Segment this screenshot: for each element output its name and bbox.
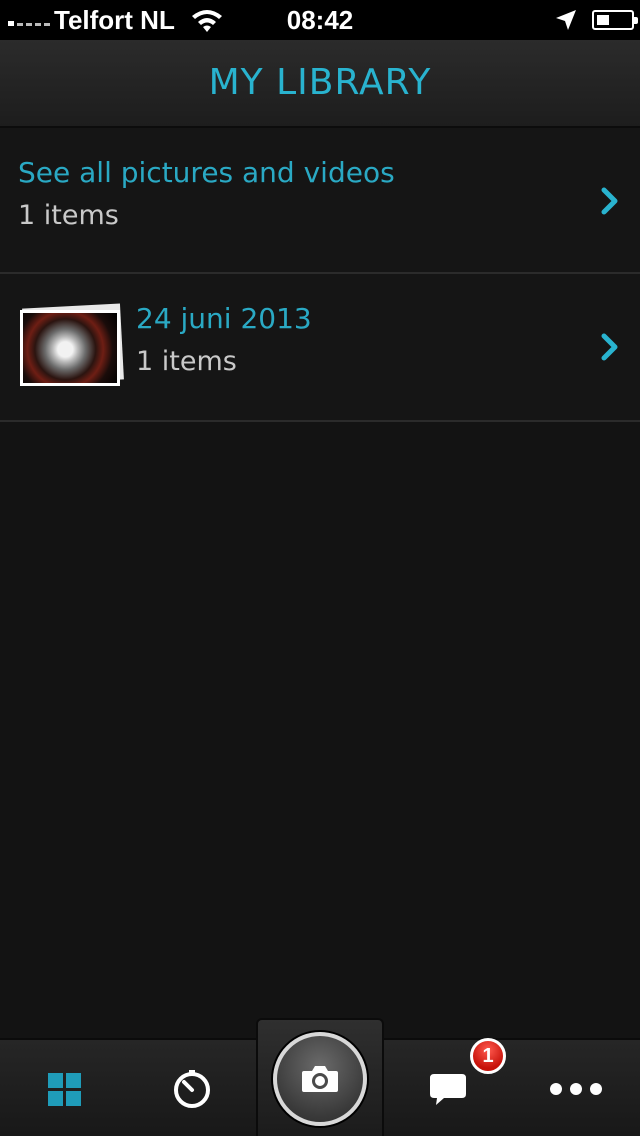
- list-item-count: 1 items: [136, 346, 237, 377]
- chat-icon: [430, 1074, 466, 1105]
- camera-tab-well: [256, 1018, 384, 1136]
- tab-bar: 1: [0, 1018, 640, 1136]
- navigation-bar: MY LIBRARY: [0, 40, 640, 128]
- list-item-title: 24 juni 2013: [136, 302, 312, 335]
- album-thumbnail: [20, 303, 124, 386]
- list-item-all-media[interactable]: See all pictures and videos 1 items: [0, 128, 640, 274]
- notification-badge: 1: [470, 1038, 506, 1074]
- grid-icon: [47, 1072, 81, 1106]
- chevron-right-icon: [601, 187, 618, 215]
- status-bar: Telfort NL 08:42: [0, 0, 640, 40]
- timer-icon: [174, 1070, 210, 1108]
- battery-icon: [592, 10, 638, 30]
- list-item-count: 1 items: [18, 200, 119, 231]
- tab-more[interactable]: [512, 1040, 640, 1136]
- chevron-right-icon: [601, 333, 618, 361]
- location-arrow-icon: [556, 10, 576, 30]
- clock: 08:42: [286, 5, 354, 35]
- tab-library[interactable]: [0, 1040, 128, 1136]
- tab-timer[interactable]: [128, 1040, 256, 1136]
- page-title: MY LIBRARY: [208, 62, 432, 103]
- camera-button[interactable]: [273, 1032, 367, 1126]
- camera-icon: [302, 1066, 338, 1092]
- list-item-album[interactable]: 24 juni 2013 1 items: [0, 274, 640, 422]
- more-icon: [550, 1083, 602, 1095]
- list-item-title: See all pictures and videos: [18, 156, 395, 189]
- library-list: See all pictures and videos 1 items 24 j…: [0, 128, 640, 422]
